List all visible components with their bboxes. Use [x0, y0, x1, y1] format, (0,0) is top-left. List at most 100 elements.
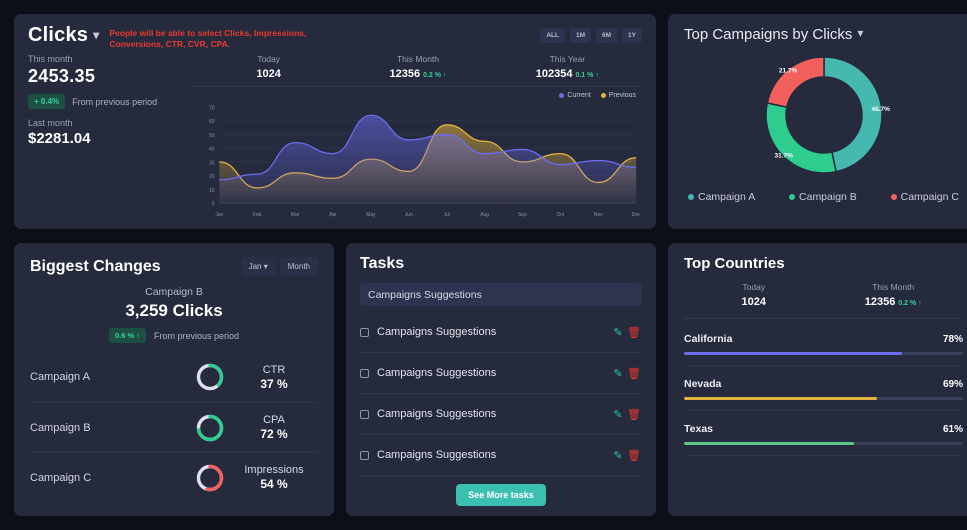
top-campaigns-card: Top Campaigns by Clicks ▾ 46.7% 31.7% 21.7%…: [668, 14, 967, 229]
pencil-icon[interactable]: ✎: [610, 326, 626, 339]
month-select-label: Jan: [248, 262, 262, 271]
clicks-summary: This month 2453.35 + 0.4% From previous …: [28, 52, 188, 221]
task-row: Campaigns Suggestions ✎ 🗑: [360, 312, 642, 353]
progress-track: [684, 442, 963, 445]
svg-text:70: 70: [209, 105, 215, 111]
pencil-icon[interactable]: ✎: [610, 408, 626, 421]
kpi-this-year: This Year 102354 0.1 % ↑: [493, 54, 642, 80]
legend-label-campaign-c: Campaign C: [900, 191, 959, 203]
country-percent: 61%: [942, 423, 963, 435]
task-row: Campaigns Suggestions ✎ 🗑: [360, 435, 642, 476]
clicks-header: Clicks ▾ People will be able to select Cl…: [28, 24, 642, 50]
svg-text:Feb: Feb: [253, 212, 262, 218]
biggest-changes-row: Campaign B CPA 72 %: [30, 402, 318, 452]
pencil-icon[interactable]: ✎: [610, 367, 626, 380]
chevron-down-icon[interactable]: ▾: [857, 26, 863, 40]
task-checkbox[interactable]: [360, 368, 369, 378]
summary-campaign-name: Campaign B: [145, 286, 203, 298]
trash-icon[interactable]: 🗑: [626, 449, 642, 462]
arrow-up-icon: ↑: [918, 300, 922, 307]
period-button[interactable]: Month: [279, 257, 318, 276]
status-badge: + 0.4%: [28, 94, 66, 109]
arrow-up-icon: ↑: [442, 72, 447, 79]
svg-text:Aug: Aug: [480, 212, 489, 218]
top-campaigns-title: Top Campaigns by Clicks ▾: [684, 26, 963, 43]
legend-item-campaign-b[interactable]: Campaign B: [789, 191, 857, 203]
svg-text:40: 40: [209, 147, 215, 153]
arrow-up-icon: ↑: [595, 72, 599, 79]
chevron-down-icon: ▾: [263, 262, 268, 271]
legend-dot-campaign-a: [688, 194, 694, 200]
task-label: Campaigns Suggestions: [377, 326, 497, 338]
metric-warning-note: People will be able to select Clicks, Im…: [109, 28, 307, 49]
tasks-title: Tasks: [360, 255, 405, 272]
legend-item-current: Current: [559, 92, 591, 99]
svg-text:31.7%: 31.7%: [774, 152, 793, 159]
range-button-1y[interactable]: 1Y: [622, 28, 642, 43]
task-input[interactable]: [360, 283, 642, 306]
task-checkbox[interactable]: [360, 409, 369, 419]
trash-icon[interactable]: 🗑: [626, 408, 642, 421]
status-badge: 0.6 % ↑: [108, 328, 146, 343]
metric-label: Impressions: [244, 464, 304, 476]
top-countries-rows: California 78% Nevada 69% Texas 61%: [684, 321, 963, 456]
page-title: Clicks ▾: [28, 24, 99, 47]
svg-text:Sep: Sep: [518, 212, 527, 218]
trash-icon[interactable]: 🗑: [626, 326, 642, 339]
biggest-changes-row-name: Campaign B: [30, 421, 91, 434]
tc-kpi-this-month-label: This Month: [872, 282, 915, 292]
country-row: Nevada 69%: [684, 366, 963, 411]
chevron-down-icon[interactable]: ▾: [93, 28, 99, 42]
country-name: Nevada: [684, 378, 722, 390]
svg-text:21.7%: 21.7%: [778, 68, 797, 75]
gauge-chart: [190, 464, 230, 492]
clicks-body: This month 2453.35 + 0.4% From previous …: [28, 52, 642, 221]
biggest-changes-metric: CTR 37 %: [230, 364, 318, 391]
biggest-changes-rows: Campaign A CTR 37 % Campaign B CPA 72 % Campai…: [30, 352, 318, 502]
tc-kpi-today-value: 1024: [741, 296, 766, 308]
country-name: Texas: [684, 423, 713, 435]
svg-text:Mar: Mar: [291, 212, 300, 218]
legend-label-campaign-a: Campaign A: [698, 191, 756, 203]
task-label: Campaigns Suggestions: [377, 408, 497, 420]
this-month-value: 2453.35: [28, 66, 96, 86]
trash-icon[interactable]: 🗑: [626, 367, 642, 380]
biggest-changes-summary: Campaign B 3,259 Clicks 0.6 % ↑ From pre…: [30, 286, 318, 343]
task-list: Campaigns Suggestions ✎ 🗑 Campaigns Suggest…: [360, 312, 642, 476]
see-more-wrap: See More tasks: [360, 476, 642, 506]
svg-text:Nov: Nov: [594, 212, 603, 218]
line-area-chart: 0 10 20 30 40 50 60 70 Jan Feb Mar Apr May Jun Jul Aug S…: [194, 101, 642, 221]
donut-chart: 46.7% 31.7% 21.7%: [684, 45, 963, 185]
metric-value: 54 %: [260, 477, 288, 491]
task-label: Campaigns Suggestions: [377, 449, 497, 461]
country-row-head: Texas 61%: [684, 423, 963, 435]
biggest-changes-row: Campaign A CTR 37 %: [30, 352, 318, 402]
pencil-icon[interactable]: ✎: [610, 449, 626, 462]
svg-text:30: 30: [209, 160, 215, 166]
legend-item-campaign-a[interactable]: Campaign A: [688, 191, 755, 203]
tc-kpi-today-label: Today: [742, 282, 766, 292]
task-row: Campaigns Suggestions ✎ 🗑: [360, 394, 642, 435]
legend-item-campaign-c[interactable]: Campaign C: [890, 191, 959, 203]
metric-label: CTR: [262, 363, 286, 376]
clicks-card: Clicks ▾ People will be able to select Cl…: [14, 14, 656, 229]
biggest-changes-row: Campaign C Impressions 54 %: [30, 452, 318, 502]
kpi-this-year-delta: 0.1 %: [575, 72, 594, 79]
range-button-1m[interactable]: 1M: [569, 28, 592, 43]
range-button-all[interactable]: ALL: [540, 28, 565, 43]
biggest-changes-controls: Jan ▾ Month: [240, 257, 318, 276]
legend-label-previous: Previous: [608, 92, 636, 99]
task-row: Campaigns Suggestions ✎ 🗑: [360, 353, 642, 394]
svg-text:Dec: Dec: [632, 212, 641, 218]
range-button-6m[interactable]: 6M: [596, 28, 618, 43]
month-select[interactable]: Jan ▾: [240, 257, 276, 276]
task-checkbox[interactable]: [360, 327, 369, 337]
metric-value: 72 %: [260, 427, 288, 441]
country-row-head: California 78%: [684, 333, 963, 345]
progress-fill: [684, 352, 902, 355]
clicks-title-text: Clicks: [28, 24, 89, 46]
svg-text:0: 0: [212, 201, 215, 207]
biggest-changes-row-name: Campaign C: [30, 471, 92, 484]
see-more-tasks-button[interactable]: See More tasks: [456, 484, 546, 506]
task-checkbox[interactable]: [360, 450, 369, 460]
